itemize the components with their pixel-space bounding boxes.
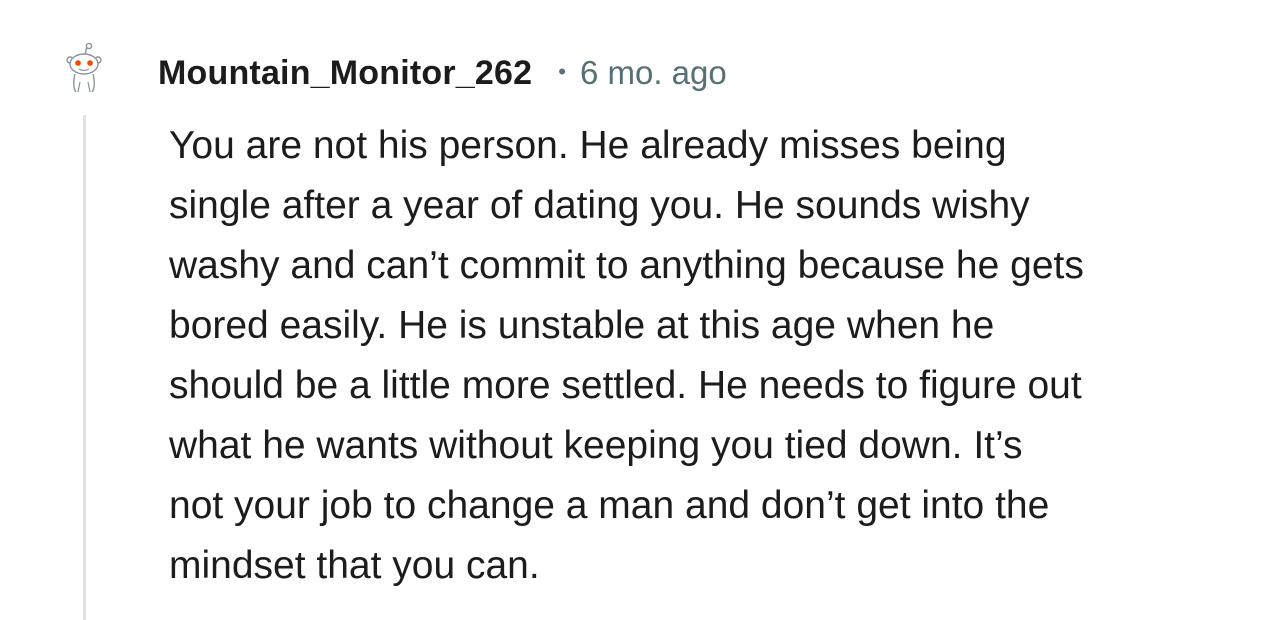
avatar[interactable] — [58, 42, 110, 94]
separator-dot: • — [558, 59, 566, 84]
comment-body-line: mindset that you can. — [169, 544, 540, 587]
comment-header: Mountain_Monitor_262 • 6 mo. ago — [158, 50, 727, 96]
thread-line[interactable] — [83, 115, 86, 620]
author-name-link[interactable]: Mountain_Monitor_262 — [158, 54, 532, 93]
comment-body-line: bored easily. He is unstable at this age… — [169, 304, 995, 347]
comment-body-line: You are not his person. He already misse… — [169, 124, 1007, 167]
comment-body-line: should be a little more settled. He need… — [169, 364, 1082, 407]
comment-body-line: not your job to change a man and don’t g… — [169, 484, 1050, 527]
timestamp-link[interactable]: 6 mo. ago — [580, 54, 727, 92]
comment-body-line: single after a year of dating you. He so… — [169, 184, 1030, 227]
reddit-snoo-icon — [66, 42, 102, 93]
comment-body: You are not his person. He already misse… — [169, 116, 1229, 596]
comment-body-line: washy and can’t commit to anything becau… — [169, 244, 1084, 287]
comment-body-line: what he wants without keeping you tied d… — [169, 424, 1023, 467]
